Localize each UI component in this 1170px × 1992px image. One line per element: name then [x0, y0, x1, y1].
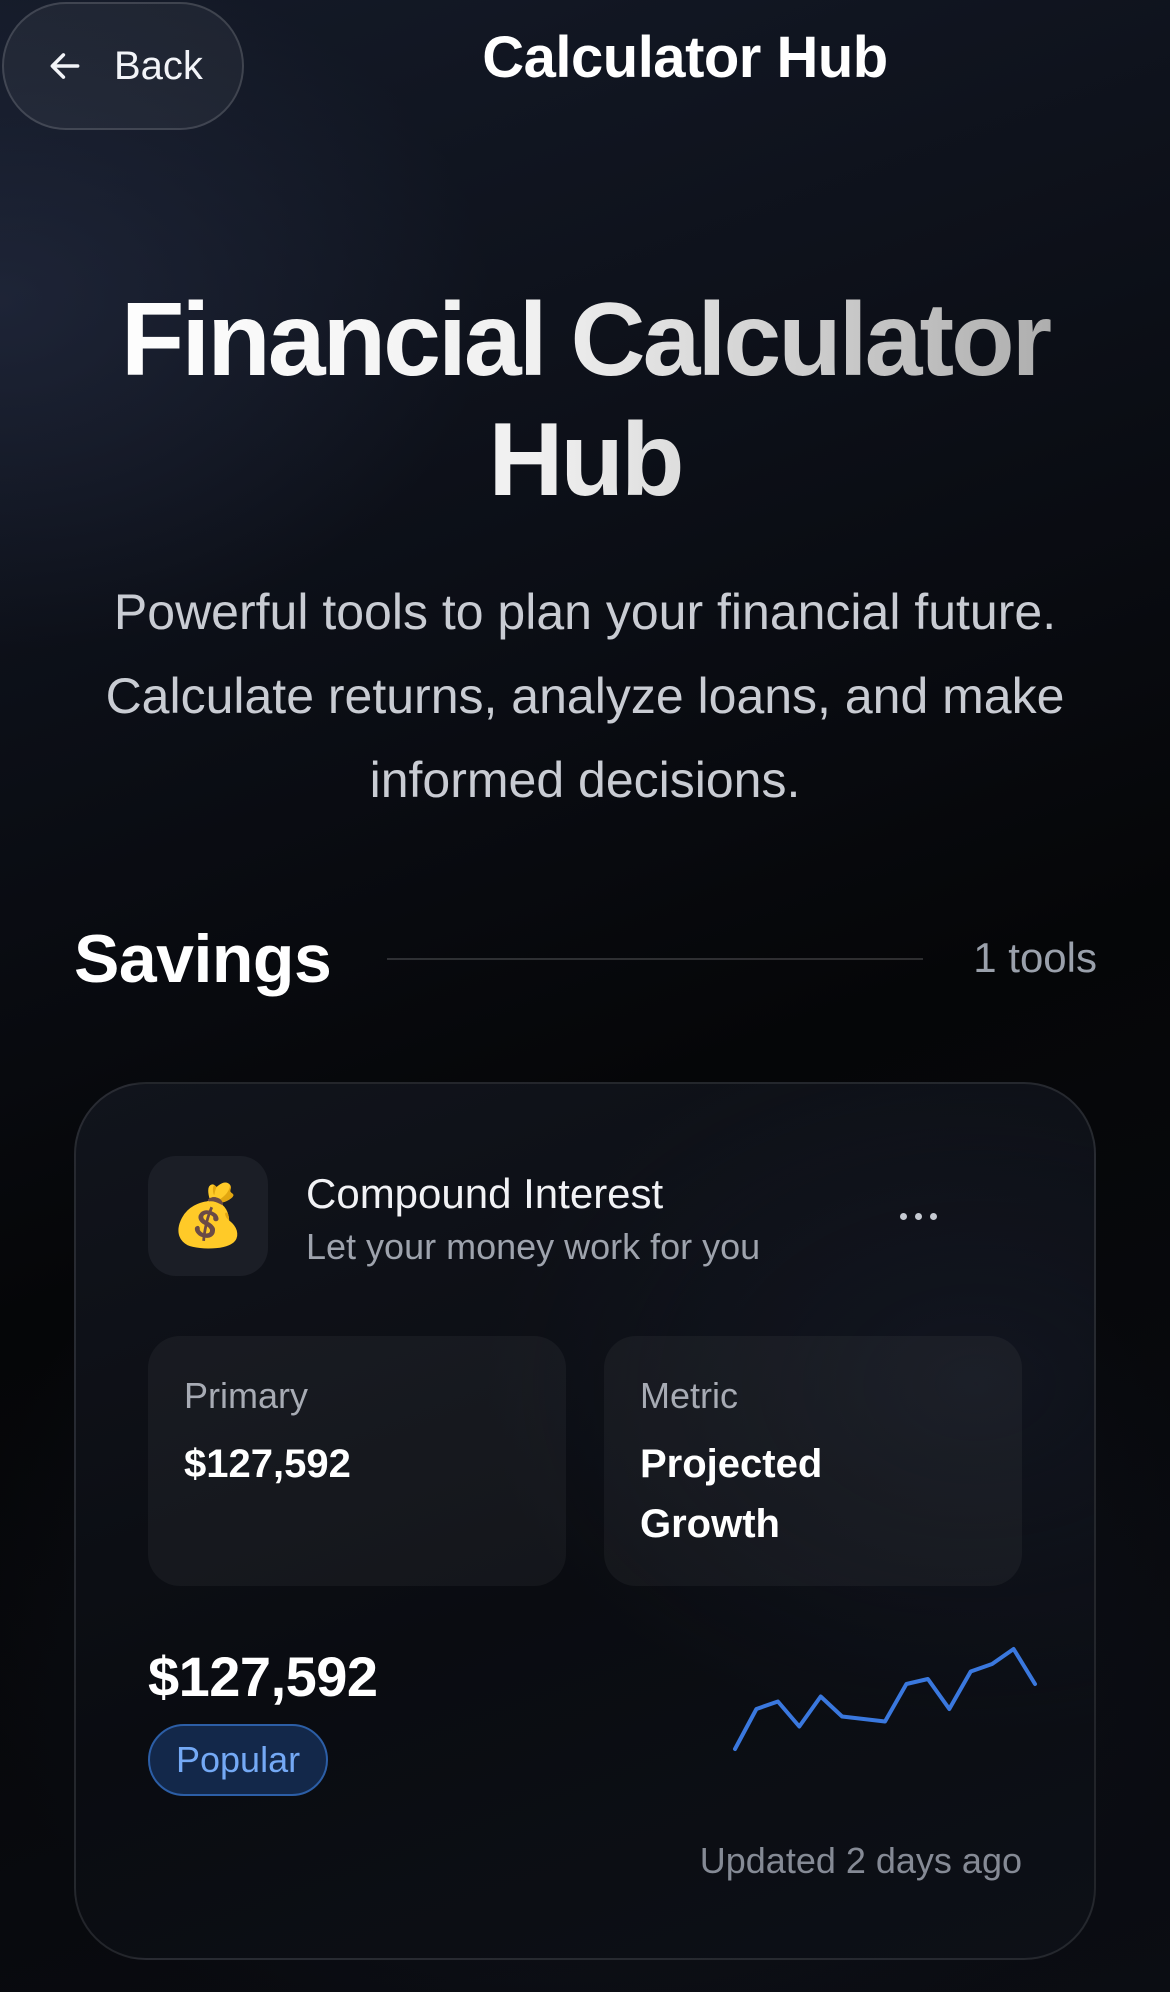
popular-badge: Popular	[148, 1724, 329, 1796]
sparkline-chart	[733, 1647, 1037, 1751]
stat-tile-metric: Metric Projected Growth	[604, 1336, 1022, 1586]
back-button[interactable]: Back	[2, 2, 244, 130]
arrow-left-icon	[50, 53, 80, 79]
tool-card-compound-interest[interactable]: 💰 Compound Interest Let your money work …	[74, 1082, 1096, 1960]
section-title: Savings	[74, 921, 332, 997]
hero-subtitle-line3: informed decisions.	[369, 752, 801, 808]
sparkline-line	[733, 1647, 1037, 1751]
hero-subtitle: Powerful tools to plan your financial fu…	[60, 570, 1110, 822]
page-title: Calculator Hub	[482, 25, 888, 90]
stat-value-primary: $127,592	[184, 1442, 351, 1486]
updated-timestamp: Updated 2 days ago	[699, 1840, 1022, 1881]
more-options-button[interactable]	[886, 1196, 950, 1236]
back-label: Back	[114, 43, 203, 88]
more-dot	[899, 1212, 907, 1220]
more-dot	[929, 1212, 937, 1220]
hero-subtitle-line1: Powerful tools to plan your financial fu…	[113, 584, 1057, 640]
stat-value-metric: Projected Growth	[640, 1434, 986, 1554]
stat-value-metric-line2: Growth	[640, 1502, 780, 1546]
hero-title-line1: Financial Calculator	[120, 282, 1050, 398]
section-tool-count: 1 tools	[973, 934, 1097, 981]
more-dot	[914, 1212, 922, 1220]
money-bag-icon: 💰	[148, 1156, 268, 1276]
tool-tagline: Let your money work for you	[306, 1226, 761, 1267]
stat-tile-primary: Primary $127,592	[148, 1336, 566, 1586]
hero-subtitle-line2: Calculate returns, analyze loans, and ma…	[105, 668, 1065, 724]
stat-label-metric: Metric	[640, 1375, 738, 1416]
stat-value-metric-line1: Projected	[640, 1442, 823, 1486]
stat-label-primary: Primary	[184, 1375, 308, 1416]
hero-title-line2: Hub	[488, 402, 682, 518]
tool-name: Compound Interest	[306, 1170, 664, 1217]
hero-title: Financial Calculator Hub	[70, 280, 1100, 520]
projected-value: $127,592	[148, 1645, 378, 1708]
section-divider	[387, 958, 923, 960]
